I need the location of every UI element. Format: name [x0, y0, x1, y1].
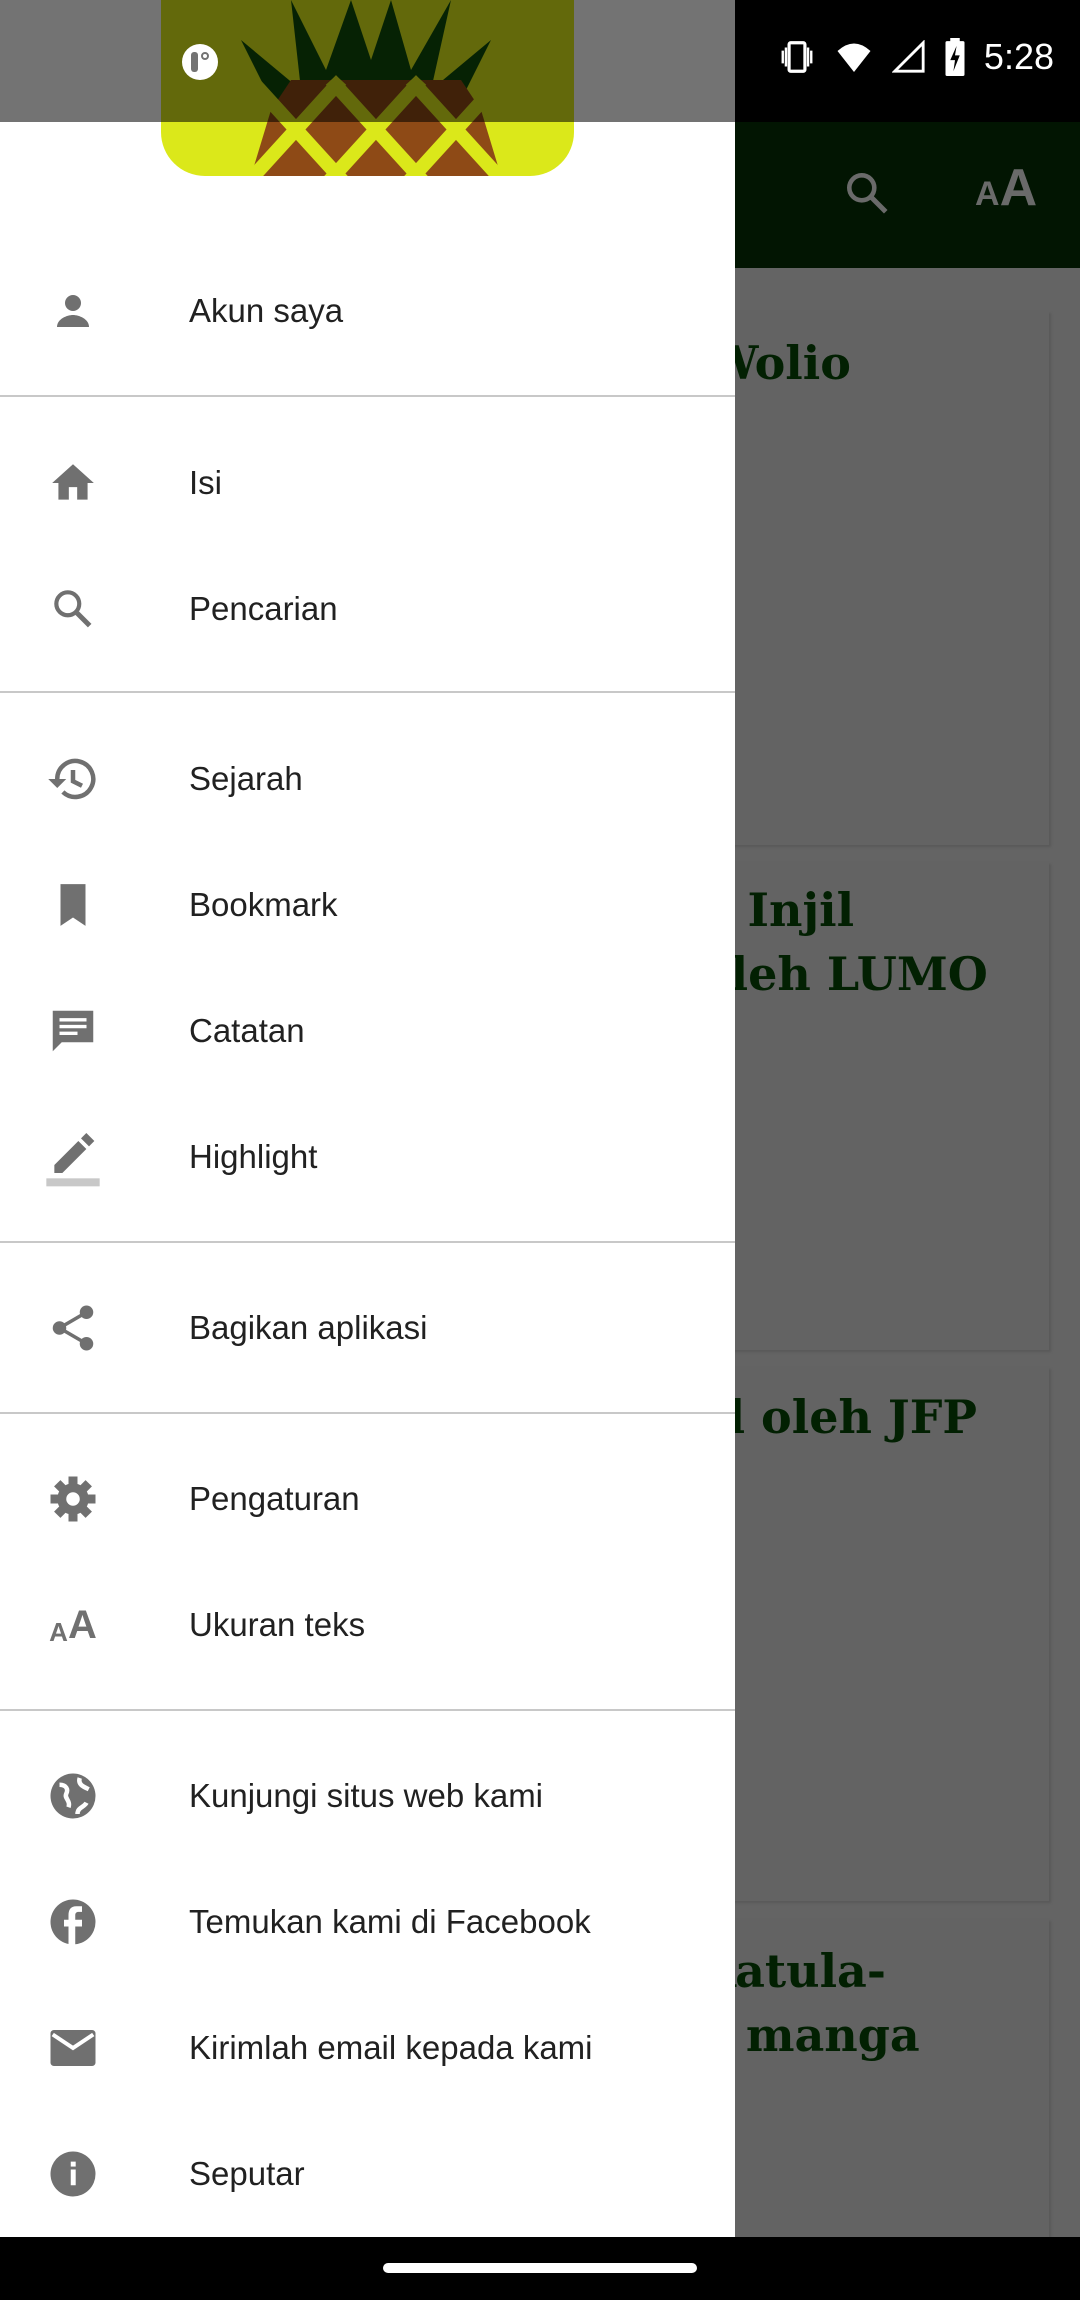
card-title: ari Injil oleh LUMO: [700, 883, 988, 1001]
drawer-item-label: Catatan: [189, 1012, 305, 1049]
app-logo: [161, 0, 574, 176]
globe-icon: [50, 1773, 96, 1819]
signal-icon: [891, 40, 925, 73]
drawer-item-facebook[interactable]: Temukan kami di Facebook: [0, 1859, 735, 1985]
search-icon[interactable]: [842, 168, 892, 218]
card-title: - Katula- a manga: [700, 1944, 920, 2062]
drawer-item-label: Bagikan aplikasi: [189, 1309, 428, 1346]
drawer-item-label: Pengaturan: [189, 1480, 360, 1517]
content-card[interactable]: - Katula- a manga: [700, 1919, 1049, 2237]
drawer-item-label: Akun saya: [189, 292, 344, 329]
battery-charging-icon: [945, 38, 965, 76]
status-icons: 5:28: [778, 36, 1054, 78]
divider: [0, 395, 735, 397]
notification-icon: [182, 44, 218, 80]
drawer-item-pencarian[interactable]: Pencarian: [0, 546, 735, 672]
content-card[interactable]: o Wolio: [700, 311, 1049, 845]
navigation-drawer: Akun saya Isi Pencarian Sejarah Bookmark…: [0, 0, 735, 2237]
status-time: 5:28: [983, 36, 1054, 77]
drawer-item-label: Isi: [189, 464, 222, 501]
facebook-icon: [50, 1899, 96, 1945]
drawer-item-sejarah[interactable]: Sejarah: [0, 716, 735, 842]
drawer-item-label: Ukuran teks: [189, 1606, 366, 1643]
drawer-item-label: Highlight: [189, 1138, 318, 1175]
drawer-item-ukuran-teks[interactable]: A A Ukuran teks: [0, 1562, 735, 1688]
highlight-icon: [46, 1133, 100, 1187]
drawer-item-label: Bookmark: [189, 886, 338, 923]
person-icon: [57, 295, 89, 327]
bookmark-icon: [60, 884, 86, 926]
drawer-item-pengaturan[interactable]: Pengaturan: [0, 1436, 735, 1562]
drawer-item-label: Seputar: [189, 2155, 305, 2192]
home-icon: [52, 464, 94, 500]
drawer-item-kunjungi-situs[interactable]: Kunjungi situs web kami: [0, 1733, 735, 1859]
wifi-icon: [837, 43, 871, 72]
gear-icon: [50, 1476, 96, 1522]
content-card[interactable]: ari Injil oleh LUMO: [700, 862, 1049, 1350]
drawer-item-email[interactable]: Kirimlah email kepada kami: [0, 1985, 735, 2111]
divider: [0, 691, 735, 693]
content-card[interactable]: njil oleh JFP: [700, 1367, 1049, 1901]
drawer-item-label: Kunjungi situs web kami: [189, 1777, 544, 1814]
card-title: o Wolio: [706, 336, 851, 390]
drawer-item-bookmark[interactable]: Bookmark: [0, 842, 735, 968]
drawer-item-label: Temukan kami di Facebook: [189, 1903, 591, 1940]
info-icon: [50, 2151, 96, 2197]
drawer-item-seputar[interactable]: Seputar: [0, 2111, 735, 2237]
note-icon: [52, 1010, 94, 1052]
divider: [0, 1412, 735, 1414]
divider: [0, 1241, 735, 1243]
drawer-item-highlight[interactable]: Highlight: [0, 1094, 735, 1220]
text-size-icon: AA: [49, 1602, 97, 1647]
search-icon: [54, 590, 92, 628]
card-title: njil oleh JFP: [700, 1390, 977, 1444]
email-icon: [50, 2030, 96, 2066]
drawer-item-akun-saya[interactable]: Akun saya: [0, 248, 735, 374]
vibrate-icon: [781, 41, 813, 73]
home-gesture-handle[interactable]: [383, 2263, 697, 2273]
drawer-item-label: Pencarian: [189, 590, 338, 627]
share-icon: [52, 1305, 94, 1351]
text-size-icon[interactable]: AA: [975, 158, 1037, 218]
divider: [0, 1709, 735, 1711]
history-icon: [48, 758, 96, 800]
drawer-item-catatan[interactable]: Catatan: [0, 968, 735, 1094]
drawer-item-bagikan-aplikasi[interactable]: Bagikan aplikasi: [0, 1265, 735, 1391]
drawer-item-label: Sejarah: [189, 760, 303, 797]
drawer-item-label: Kirimlah email kepada kami: [189, 2029, 593, 2066]
drawer-item-isi[interactable]: Isi: [0, 420, 735, 546]
